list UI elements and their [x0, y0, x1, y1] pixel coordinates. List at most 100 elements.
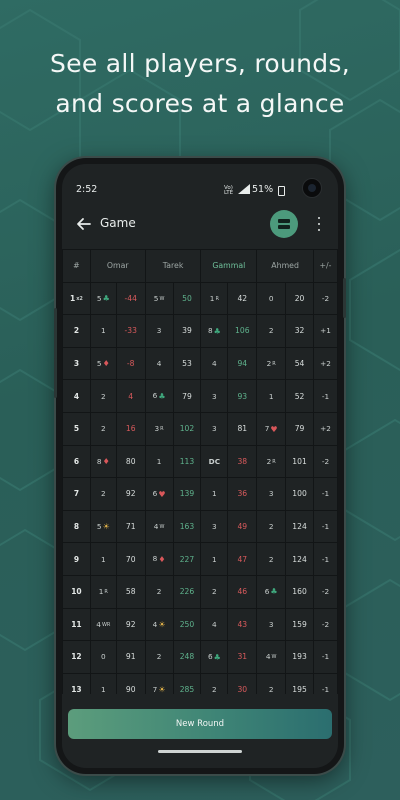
arrow-left-icon[interactable]	[74, 214, 94, 234]
bid-cell: 3R	[144, 411, 174, 446]
bid-cell: 1	[89, 314, 117, 348]
more-vert-icon[interactable]	[314, 214, 324, 234]
bid-flag: WR	[101, 621, 111, 628]
score-cell: 92	[115, 477, 146, 511]
header-player: Tarek	[144, 249, 202, 283]
bid-cell: 8♦	[89, 444, 117, 479]
bid-cell: 2	[89, 477, 117, 511]
score-cell: 124	[285, 542, 314, 576]
table-row[interactable]: 4 2 4 6♣ 79 3 93 1 52 -1	[62, 379, 338, 413]
bid-cell: 5W	[144, 281, 174, 316]
bid-value: 8	[96, 456, 102, 466]
round-number-cell: 5	[62, 411, 91, 446]
score-cell: -33	[115, 314, 146, 348]
bid-value: DC	[208, 456, 221, 466]
table-row[interactable]: 10 1R 58 2 226 2 46 6♣ 160 -2	[62, 574, 338, 609]
bid-value: 6	[152, 489, 158, 499]
bid-value: 4	[156, 359, 162, 369]
table-row[interactable]: 3 5♦ -8 4 53 4 94 2R 54 +2	[62, 346, 338, 381]
diff-cell: +1	[313, 314, 338, 348]
scoreboard-button[interactable]	[270, 210, 298, 238]
round-number-cell: 1x2	[62, 281, 91, 316]
round-number-cell: 10	[62, 574, 91, 609]
score-cell: 106	[227, 314, 258, 348]
new-round-button[interactable]: New Round	[68, 709, 332, 739]
table-row[interactable]: 9 1 70 8♦ 227 1 47 2 124 -1	[62, 542, 338, 576]
suit-icon: ♣	[213, 652, 221, 662]
round-number: 1	[69, 293, 76, 303]
round-number: 10	[71, 587, 82, 597]
bid-cell: 6♥	[144, 477, 174, 511]
camera-icon	[302, 178, 322, 198]
network-indicator: Vo) LTE	[224, 185, 234, 196]
bid-value: 1	[268, 391, 274, 401]
promo-headline: See all players, rounds, and scores at a…	[0, 44, 400, 124]
round-number-cell: 9	[62, 542, 91, 576]
diff-cell: -1	[313, 672, 338, 694]
suit-icon: ♦	[102, 359, 110, 369]
bid-flag: R	[215, 295, 219, 302]
table-row[interactable]: 6 8♦ 80 1 113 DC 38 2R 101 -2	[62, 444, 338, 479]
score-cell: 93	[227, 379, 258, 413]
bid-value: 4	[265, 652, 271, 662]
table-row[interactable]: 13 1 90 7☀ 285 2 30 2 195 -1	[62, 672, 338, 694]
bid-value: 1	[101, 554, 106, 564]
bid-cell: 3	[200, 411, 229, 446]
scoreboard-icon	[278, 219, 290, 223]
table-row[interactable]: 7 2 92 6♥ 139 1 36 3 100 -1	[62, 477, 338, 511]
table-row[interactable]: 2 1 -33 3 39 8♣ 106 2 32 +1	[62, 314, 338, 348]
score-cell: 47	[227, 542, 258, 576]
suit-icon: ☀	[158, 620, 166, 630]
bid-flag: W	[159, 295, 165, 302]
header-player: Gammal	[200, 249, 258, 283]
score-cell: 71	[115, 509, 146, 544]
score-cell: 79	[172, 379, 202, 413]
suit-icon: ♣	[213, 326, 221, 336]
bid-value: 8	[207, 326, 213, 336]
table-row[interactable]: 12 0 91 2 248 6♣ 31 4W 193 -1	[62, 640, 338, 674]
bid-value: 2	[156, 587, 162, 597]
bid-flag: R	[104, 589, 108, 596]
round-number: 11	[71, 619, 82, 629]
diff-cell: -1	[313, 640, 338, 674]
bid-value: 7	[264, 424, 270, 434]
bid-value: 1	[101, 326, 106, 336]
score-cell: 58	[115, 574, 146, 609]
bid-flag: R	[272, 361, 276, 368]
table-row[interactable]: 1x2 5♣ -44 5W 50 1R 42 0 20 -2	[62, 281, 338, 316]
diff-cell: -1	[313, 477, 338, 511]
score-cell: 52	[285, 379, 314, 413]
battery-percent: 51%	[252, 184, 274, 195]
round-number-cell: 3	[62, 346, 91, 381]
bid-cell: 1R	[200, 281, 229, 316]
score-cell: 227	[172, 542, 202, 576]
score-cell: 113	[172, 444, 202, 479]
table-row[interactable]: 8 5☀ 71 4W 163 3 49 2 124 -1	[62, 509, 338, 544]
bid-value: 4	[212, 619, 217, 629]
table-header-row: # Omar Tarek Gammal Ahmed +/-	[62, 249, 338, 283]
bid-value: 2	[101, 489, 106, 499]
bid-value: 1	[101, 685, 106, 694]
bid-cell: 2	[144, 574, 174, 609]
bid-value: 1	[212, 489, 217, 499]
status-bar: 2:52 Vo) LTE 51%	[76, 184, 324, 200]
bid-cell: 2	[89, 379, 117, 413]
round-number: 7	[73, 489, 80, 499]
headline-line-1: See all players, rounds,	[50, 49, 350, 78]
bid-cell: 7☀	[144, 672, 174, 694]
bid-value: 5	[96, 358, 102, 368]
bid-value: 5	[96, 293, 102, 303]
bid-cell: 1	[89, 542, 117, 576]
home-indicator	[158, 750, 242, 753]
table-row[interactable]: 5 2 16 3R 102 3 81 7♥ 79 +2	[62, 411, 338, 446]
bid-cell: 3	[200, 379, 229, 413]
bid-value: 2	[212, 587, 217, 597]
diff-cell: -2	[313, 607, 338, 642]
table-row[interactable]: 11 4WR 92 4☀ 250 4 43 3 159 -2	[62, 607, 338, 642]
bid-flag: R	[272, 458, 276, 465]
bid-value: 2	[266, 456, 272, 466]
score-table: # Omar Tarek Gammal Ahmed +/- 1x2 5♣ -44 5W…	[62, 249, 338, 694]
score-cell: 285	[172, 672, 202, 694]
score-table-container[interactable]: # Omar Tarek Gammal Ahmed +/- 1x2 5♣ -44 5W…	[62, 249, 338, 694]
bid-cell: 1	[200, 542, 229, 576]
